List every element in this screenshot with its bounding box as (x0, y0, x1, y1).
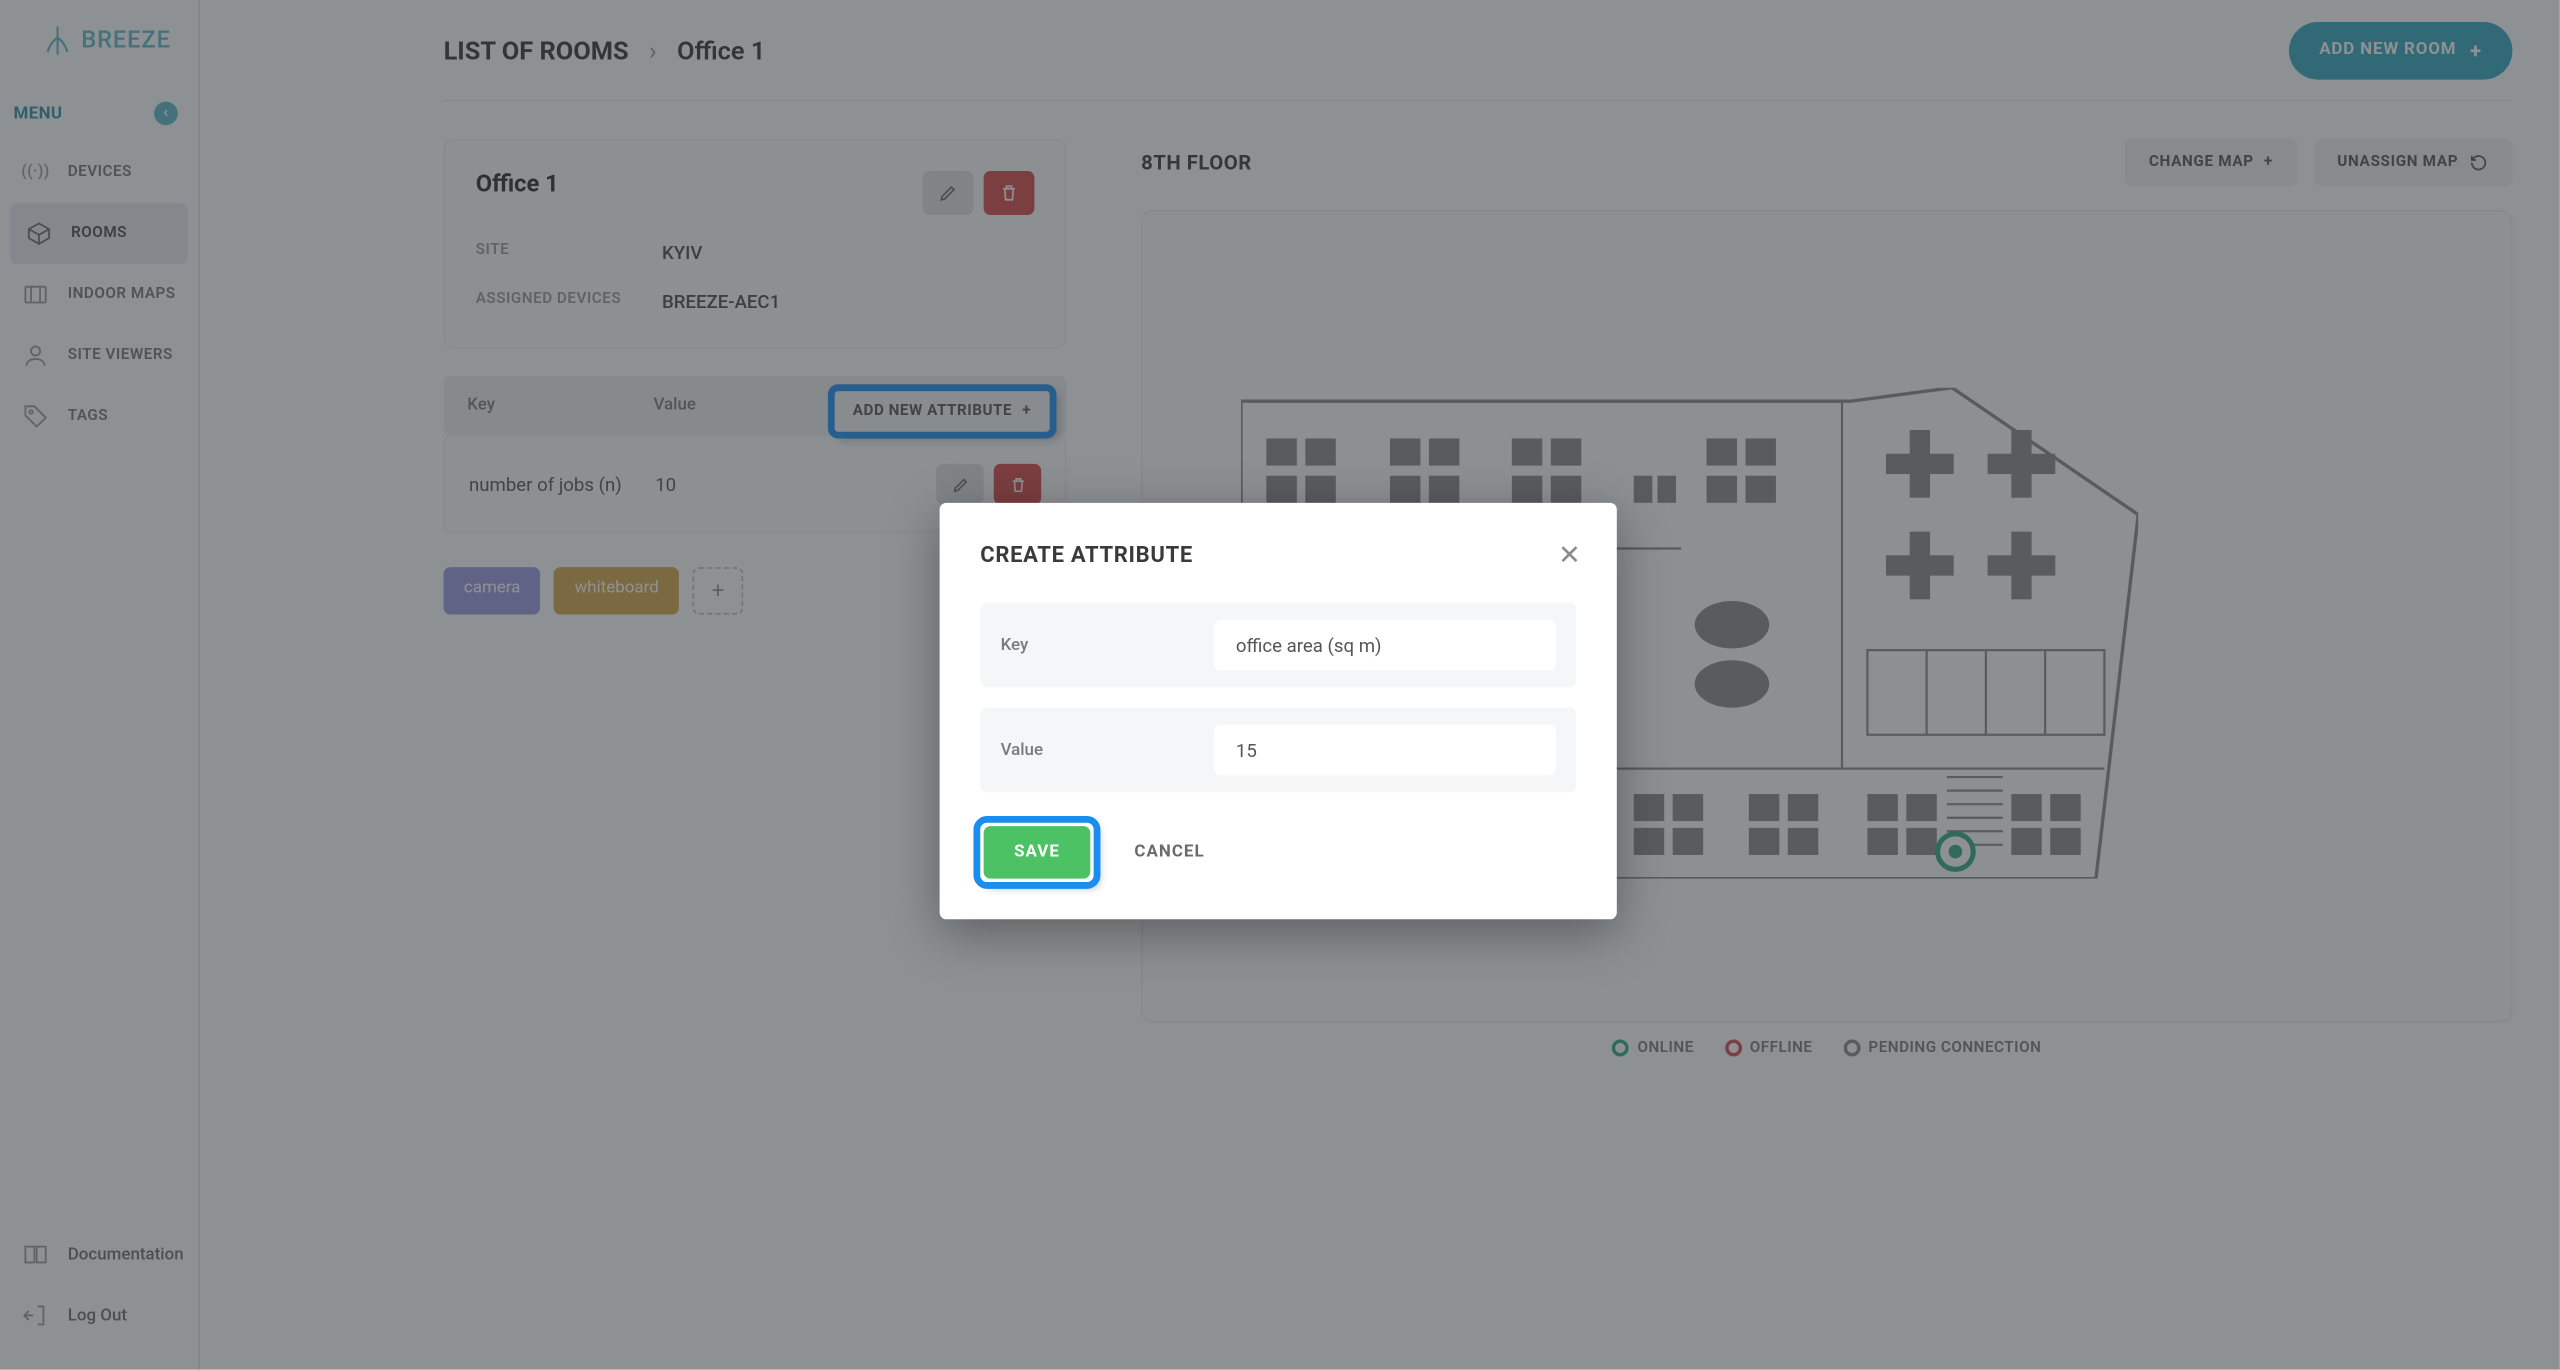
key-label: Key (1001, 636, 1214, 655)
cancel-button[interactable]: CANCEL (1134, 843, 1204, 862)
value-label: Value (1001, 741, 1214, 760)
key-field: Key (980, 603, 1576, 688)
value-input[interactable] (1214, 725, 1556, 776)
create-attribute-modal: CREATE ATTRIBUTE ✕ Key Value SAVE CANCEL (940, 503, 1617, 919)
key-input[interactable] (1214, 620, 1556, 671)
save-button[interactable]: SAVE (984, 826, 1091, 878)
save-highlight: SAVE (980, 823, 1094, 882)
modal-title: CREATE ATTRIBUTE (980, 543, 1576, 568)
value-field: Value (980, 708, 1576, 793)
modal-close-button[interactable]: ✕ (1552, 537, 1586, 571)
